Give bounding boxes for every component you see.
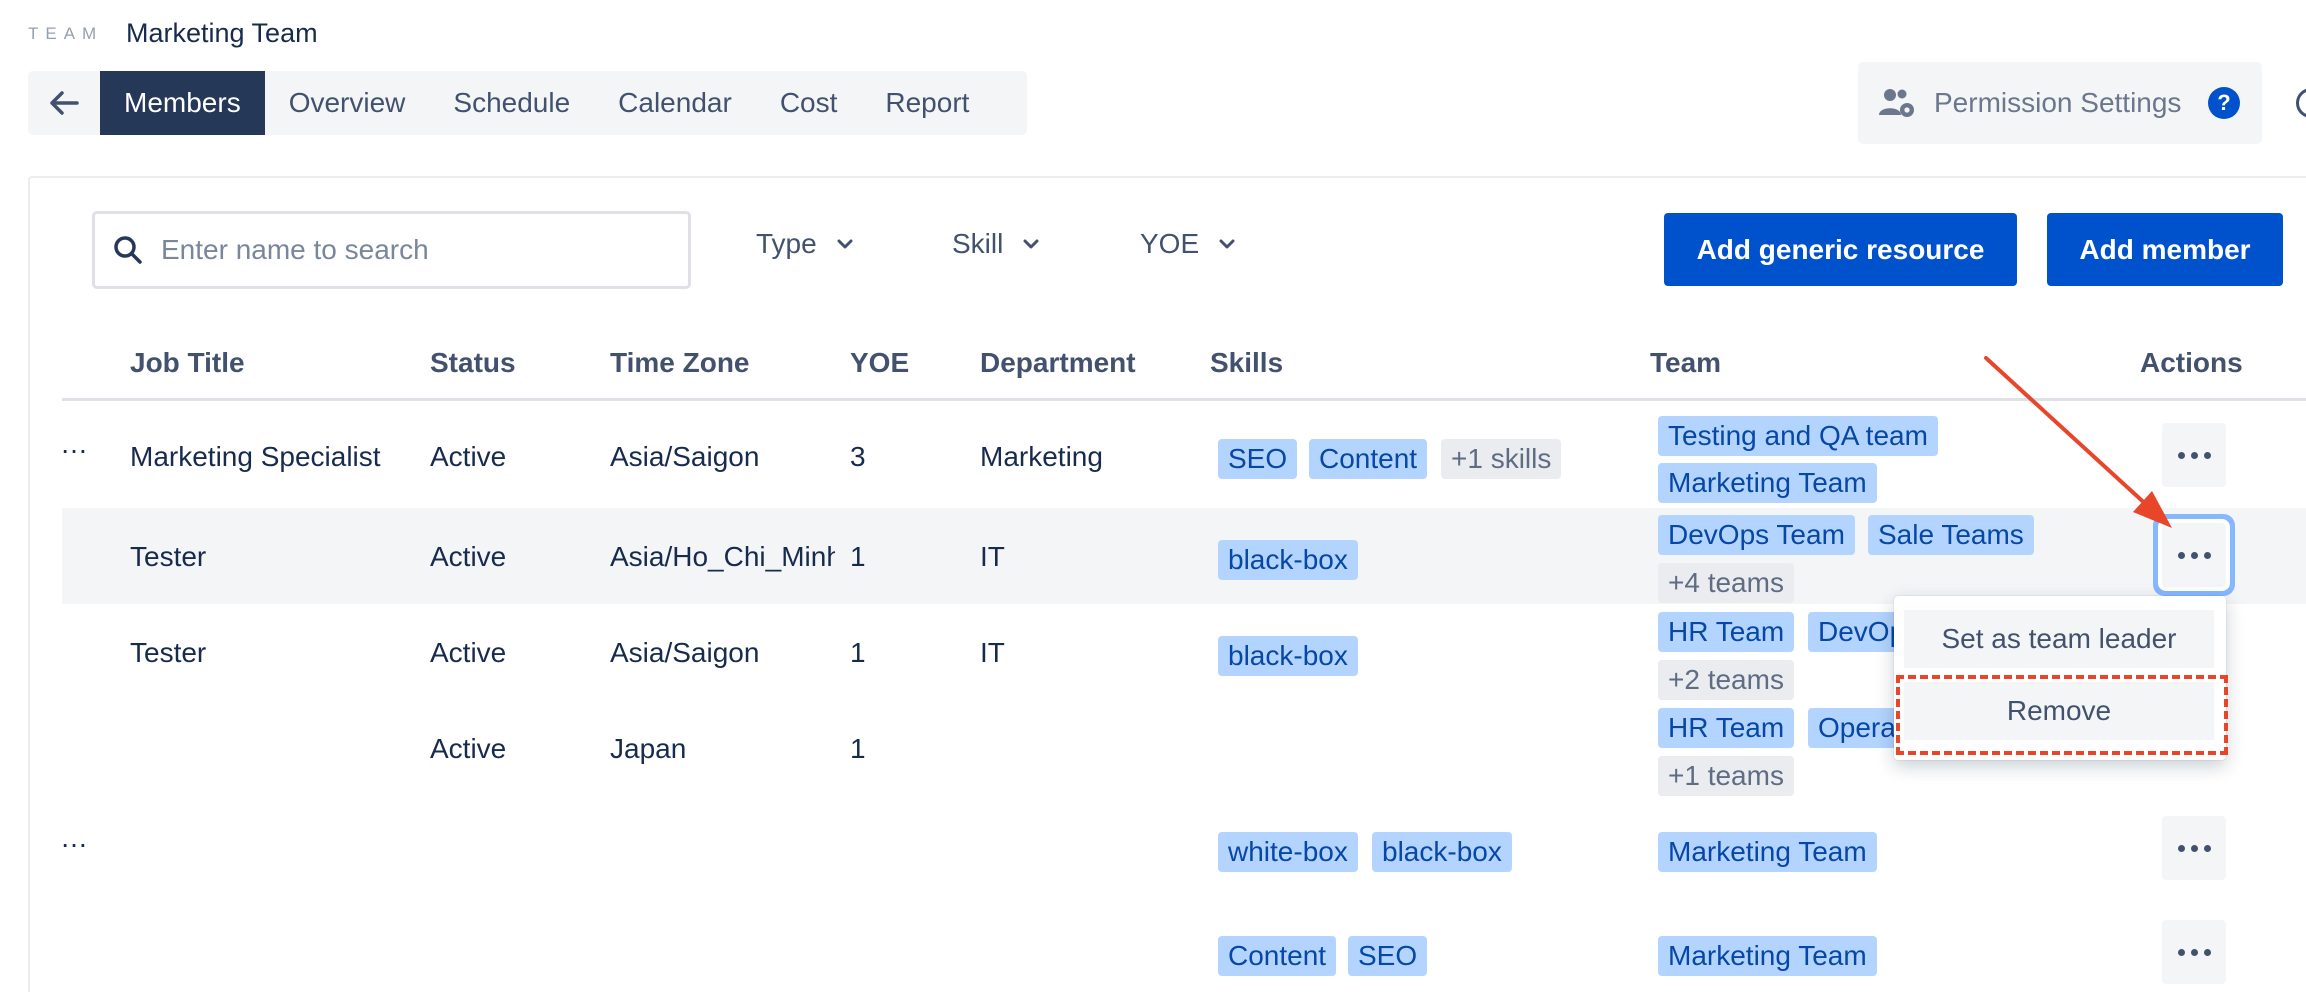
- department-cell: IT: [980, 637, 1005, 668]
- job-title-cell: Marketing Specialist: [130, 441, 381, 472]
- yoe-cell: 1: [850, 637, 866, 668]
- status-cell: Active: [430, 733, 507, 764]
- column-header-job-title: Job Title: [130, 347, 245, 378]
- row-actions-menu: Set as team leader Remove: [1894, 596, 2226, 760]
- dot: [2177, 948, 2185, 956]
- team-tag: Testing and QA team: [1658, 416, 1938, 456]
- dot: [2203, 948, 2211, 956]
- dot: [2177, 451, 2185, 459]
- truncated-cell: …: [60, 428, 88, 459]
- time-zone-cell: Japan: [610, 733, 687, 764]
- filter-yoe[interactable]: YOE: [1140, 228, 1235, 260]
- team-tag: DevOps Team: [1658, 515, 1855, 555]
- chevron-down-icon: [837, 239, 853, 249]
- dot: [2177, 844, 2185, 852]
- page-title: Marketing Team: [126, 18, 318, 48]
- tab-schedule[interactable]: Schedule: [429, 71, 594, 135]
- skill-tag: black-box: [1218, 540, 1358, 580]
- row-actions-button[interactable]: [2162, 523, 2226, 587]
- skill-tag: black-box: [1372, 832, 1512, 872]
- tab-calendar[interactable]: Calendar: [594, 71, 756, 135]
- time-zone-cell: Asia/Ho_Chi_Minh: [610, 541, 835, 572]
- row-actions-button[interactable]: [2162, 816, 2226, 880]
- skill-tag: Content: [1218, 936, 1337, 976]
- column-header-time-zone: Time Zone: [610, 347, 750, 378]
- search-input[interactable]: [161, 234, 641, 266]
- team-tag: HR Team: [1658, 708, 1795, 748]
- team-eyebrow: TEAM: [28, 24, 104, 43]
- more-teams-tag[interactable]: +1 teams: [1658, 756, 1794, 796]
- help-icon[interactable]: ?: [2208, 87, 2240, 119]
- yoe-cell: 1: [850, 733, 866, 764]
- yoe-cell: 1: [850, 541, 866, 572]
- tab-overview[interactable]: Overview: [265, 71, 430, 135]
- team-tag: Marketing Team: [1658, 936, 1877, 976]
- department-cell: Marketing: [980, 441, 1103, 472]
- yoe-cell: 3: [850, 441, 866, 472]
- dot: [2190, 551, 2198, 559]
- filter-skill-label: Skill: [952, 228, 1004, 259]
- job-title-cell: Tester: [130, 541, 207, 572]
- filter-yoe-label: YOE: [1140, 228, 1200, 259]
- arrow-left-icon: [50, 91, 79, 115]
- permission-settings-label: Permission Settings: [1934, 87, 2182, 118]
- tab-bar: Members Overview Schedule Calendar Cost …: [28, 71, 1027, 135]
- more-skills-tag[interactable]: +1 skills: [1441, 439, 1562, 479]
- column-header-yoe: YOE: [850, 347, 910, 378]
- team-tag: HR Team: [1658, 612, 1795, 652]
- status-cell: Active: [430, 441, 507, 472]
- truncated-cell: …: [60, 822, 88, 853]
- chevron-down-icon: [1023, 239, 1039, 249]
- row-actions-button[interactable]: [2162, 920, 2226, 984]
- column-header-team: Team: [1650, 347, 1722, 378]
- search-icon: [114, 236, 142, 264]
- row-actions-button[interactable]: [2162, 423, 2226, 487]
- dot: [2190, 451, 2198, 459]
- permission-settings-button[interactable]: Permission Settings ?: [1858, 62, 2262, 144]
- team-tag: Sale Teams: [1868, 515, 2034, 555]
- chevron-down-icon: [1219, 239, 1235, 249]
- dot: [2190, 948, 2198, 956]
- back-button[interactable]: [28, 71, 100, 135]
- skill-tag: white-box: [1218, 832, 1358, 872]
- clock-icon[interactable]: [2296, 88, 2306, 118]
- dot: [2177, 551, 2185, 559]
- users-gear-icon: [1879, 89, 1914, 117]
- team-tag: Marketing Team: [1658, 463, 1877, 503]
- column-header-skills: Skills: [1210, 347, 1284, 378]
- header-divider: [62, 398, 2306, 401]
- skill-tag: black-box: [1218, 636, 1358, 676]
- tab-cost[interactable]: Cost: [756, 71, 862, 135]
- dot: [2190, 844, 2198, 852]
- set-team-leader-menu-item[interactable]: Set as team leader: [1904, 610, 2214, 668]
- skill-tag: SEO: [1218, 439, 1298, 479]
- more-teams-tag[interactable]: +4 teams: [1658, 563, 1794, 603]
- time-zone-cell: Asia/Saigon: [610, 637, 760, 668]
- dot: [2203, 844, 2211, 852]
- tab-members[interactable]: Members: [100, 71, 265, 135]
- tab-report[interactable]: Report: [861, 71, 993, 135]
- status-cell: Active: [430, 541, 507, 572]
- department-cell: IT: [980, 541, 1005, 572]
- column-header-status: Status: [430, 347, 516, 378]
- skill-tag: Content: [1309, 439, 1428, 479]
- filter-skill[interactable]: Skill: [952, 228, 1039, 260]
- job-title-cell: Tester: [130, 637, 207, 668]
- more-teams-tag[interactable]: +2 teams: [1658, 660, 1794, 700]
- dot: [2203, 451, 2211, 459]
- skill-tag: SEO: [1348, 936, 1428, 976]
- team-tag: Marketing Team: [1658, 832, 1877, 872]
- remove-menu-item[interactable]: Remove: [1904, 682, 2214, 740]
- add-member-button[interactable]: Add member: [2047, 213, 2283, 286]
- search-field[interactable]: [92, 211, 691, 289]
- column-header-department: Department: [980, 347, 1136, 378]
- column-header-actions: Actions: [2140, 347, 2243, 378]
- status-cell: Active: [430, 637, 507, 668]
- add-generic-resource-button[interactable]: Add generic resource: [1664, 213, 2017, 286]
- filter-type-label: Type: [756, 228, 817, 259]
- filter-type[interactable]: Type: [756, 228, 853, 260]
- time-zone-cell: Asia/Saigon: [610, 441, 760, 472]
- dot: [2203, 551, 2211, 559]
